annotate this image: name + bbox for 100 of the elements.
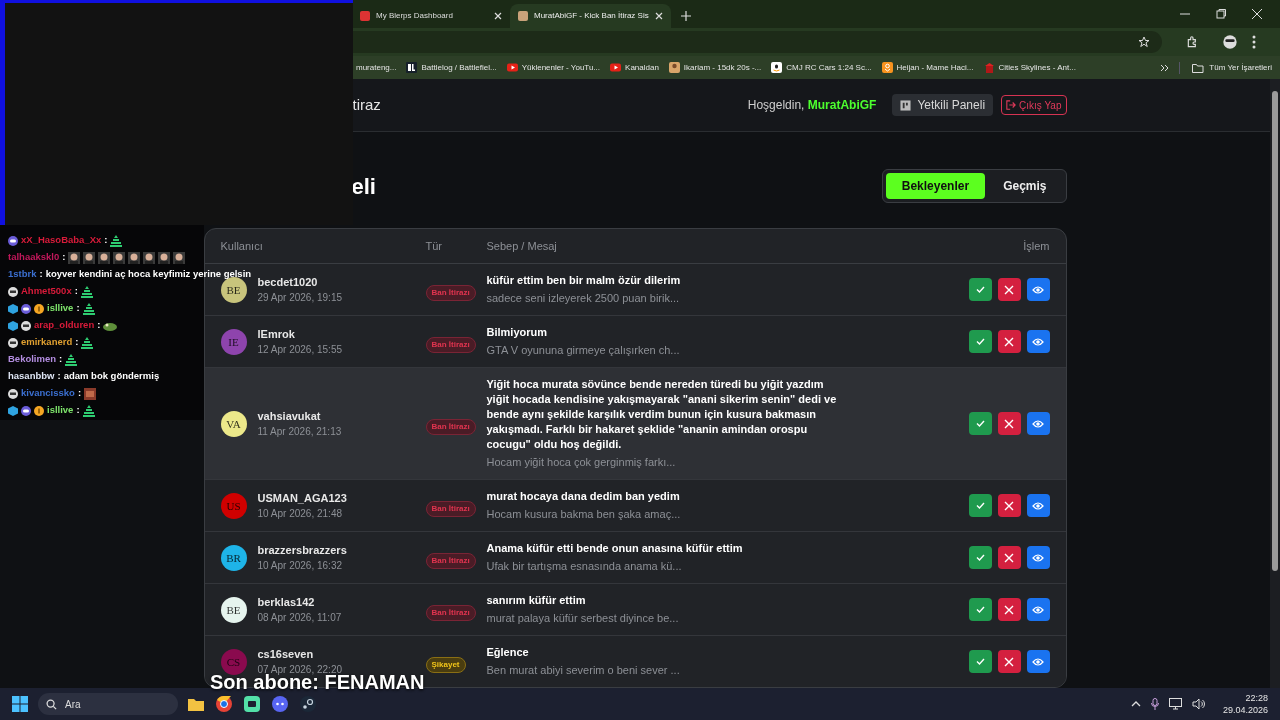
reject-button[interactable] [997, 330, 1021, 354]
view-button[interactable] [1026, 494, 1050, 518]
username: berklas142 [257, 594, 316, 610]
chat-separator: : [76, 301, 80, 316]
approve-button[interactable] [968, 546, 992, 570]
chat-username: Ahmet500x [21, 284, 72, 299]
chat-separator: : [97, 318, 101, 333]
star-icon[interactable] [1138, 35, 1150, 48]
microphone-icon[interactable] [1150, 698, 1159, 711]
chat-username: arap_olduren [34, 318, 95, 333]
message-title: Eğlence [486, 645, 530, 661]
view-button[interactable] [1026, 330, 1050, 354]
restore-icon[interactable] [1216, 9, 1226, 19]
approve-button[interactable] [968, 278, 992, 302]
brand-title: tiraz [351, 95, 381, 116]
speaker-icon[interactable] [1191, 698, 1205, 711]
request-date: 29 Apr 2026, 19:15 [257, 290, 343, 305]
bookmark-folder[interactable]: Tüm Yer İşaretleri [1179, 61, 1280, 74]
new-tab-icon[interactable] [680, 11, 691, 21]
username: vahsiavukat [257, 408, 322, 424]
tab-favicon-icon [360, 11, 370, 21]
tab-favicon-icon [518, 11, 528, 21]
game-launcher-icon[interactable] [300, 696, 316, 713]
portrait-emote-icon [128, 251, 141, 264]
x-icon [1004, 284, 1014, 295]
portrait-emote-icon [173, 251, 186, 264]
message-preview: Ufak bir tartışma esnasında anama kü... [486, 559, 683, 575]
scrollbar-thumb[interactable] [1272, 91, 1278, 572]
pyramid-emote-icon [82, 302, 95, 315]
view-button[interactable] [1026, 546, 1050, 570]
view-button[interactable] [1026, 650, 1050, 674]
reject-button[interactable] [997, 598, 1021, 622]
message-title: Yiğit hoca murata sövünce bende nereden türedi bu yiğit yazdım yiğit hocada kendisine yakışmayarak "anani sikerim senin" dedi ve bende aynı şekilde karşılık verdim bunun için kusura bakmasın yakışmadı. Farklı bir hakaret şeklide "ananin amindan orospu cocugu" oldu hoş değildi. [486, 377, 838, 453]
reject-button[interactable] [997, 546, 1021, 570]
chat-message: adam bok göndermiş [63, 369, 160, 384]
approve-button[interactable] [968, 412, 992, 436]
face-badge-icon [8, 337, 18, 348]
browser-tab[interactable]: My Blerps Dashboard [352, 4, 510, 28]
x-icon [1004, 336, 1014, 347]
admin-panel-button[interactable]: Yetkili Paneli [892, 94, 994, 117]
chevron-up-icon[interactable] [1130, 701, 1141, 708]
close-icon[interactable] [1252, 9, 1262, 19]
approve-button[interactable] [968, 650, 992, 674]
chat-app-icon[interactable] [272, 696, 288, 713]
bookmark-link[interactable]: CMJ RC Cars 1:24 Sc... [771, 61, 872, 74]
type-tag: Ban İtirazı [425, 500, 476, 517]
view-button[interactable] [1026, 598, 1050, 622]
reject-button[interactable] [997, 412, 1021, 436]
taskbar-search[interactable]: Ara [38, 693, 178, 716]
close-icon[interactable] [654, 12, 663, 20]
bookmark-link[interactable]: Heijan - Mame Haci... [881, 61, 974, 74]
user-avatar: US [220, 492, 247, 519]
windows-start-icon[interactable] [12, 696, 28, 713]
logout-button[interactable]: Çıkış Yap [1001, 95, 1067, 116]
x-icon [1004, 500, 1014, 511]
pyramid-emote-icon [81, 336, 94, 349]
reject-button[interactable] [997, 494, 1021, 518]
check-icon [975, 419, 985, 429]
folder-icon[interactable] [188, 697, 204, 712]
eye-icon [1032, 336, 1044, 347]
chat-separator: : [74, 284, 78, 299]
bookmark-link[interactable]: Ikariam - 15dk 20s -... [668, 61, 762, 74]
bookmark-link[interactable]: Cities Skylines - Ant... [983, 61, 1076, 74]
menu-icon[interactable] [1252, 34, 1256, 49]
chat-username: talhaakskl0 [8, 250, 60, 265]
eye-icon [1032, 656, 1044, 667]
approve-button[interactable] [968, 598, 992, 622]
column-header: Tür [425, 239, 443, 255]
x-icon [1004, 656, 1014, 667]
bookmark-link[interactable]: murateng... [356, 61, 397, 74]
monitor-icon[interactable] [1168, 698, 1182, 711]
browser-tab[interactable]: MuratAbiGF - Kick Ban İtiraz Sis [510, 4, 671, 28]
bookmark-link[interactable]: Yüklenenler - YouTu... [506, 61, 601, 74]
more-bookmarks-icon[interactable] [1160, 63, 1170, 72]
chat-username: 1stbrk [8, 267, 37, 282]
approve-button[interactable] [968, 330, 992, 354]
filter-tab[interactable]: Geçmiş [987, 173, 1063, 200]
message-preview: murat palaya küfür serbest diyince be... [486, 611, 680, 627]
welcome-text: Hoşgeldin, MuratAbiGF [747, 97, 877, 115]
close-icon[interactable] [494, 12, 502, 20]
approve-button[interactable] [968, 494, 992, 518]
bookmark-link[interactable]: Kanaldan [610, 61, 659, 74]
x-icon [1004, 418, 1014, 429]
type-tag: Ban İtirazı [425, 284, 476, 301]
reject-button[interactable] [997, 650, 1021, 674]
type-tag: Ban İtirazı [425, 418, 476, 435]
chat-separator: : [75, 335, 79, 350]
bookmark-link[interactable]: Battlelog / Battlefiel... [406, 61, 497, 74]
profile-icon[interactable] [1222, 33, 1238, 50]
app-icon[interactable] [244, 696, 260, 713]
reject-button[interactable] [997, 278, 1021, 302]
message-preview: sadece seni izleyerek 2500 puan birik... [486, 291, 681, 307]
browser-icon[interactable] [216, 696, 232, 713]
column-header: Kullanıcı [220, 239, 264, 255]
check-icon [975, 605, 985, 615]
view-button[interactable] [1026, 412, 1050, 436]
message-title: Anama küfür etti bende onun anasına küfür ettim [486, 541, 744, 557]
view-button[interactable] [1026, 278, 1050, 302]
filter-tab[interactable]: Bekleyenler [885, 173, 986, 200]
face-badge-icon [8, 388, 18, 399]
